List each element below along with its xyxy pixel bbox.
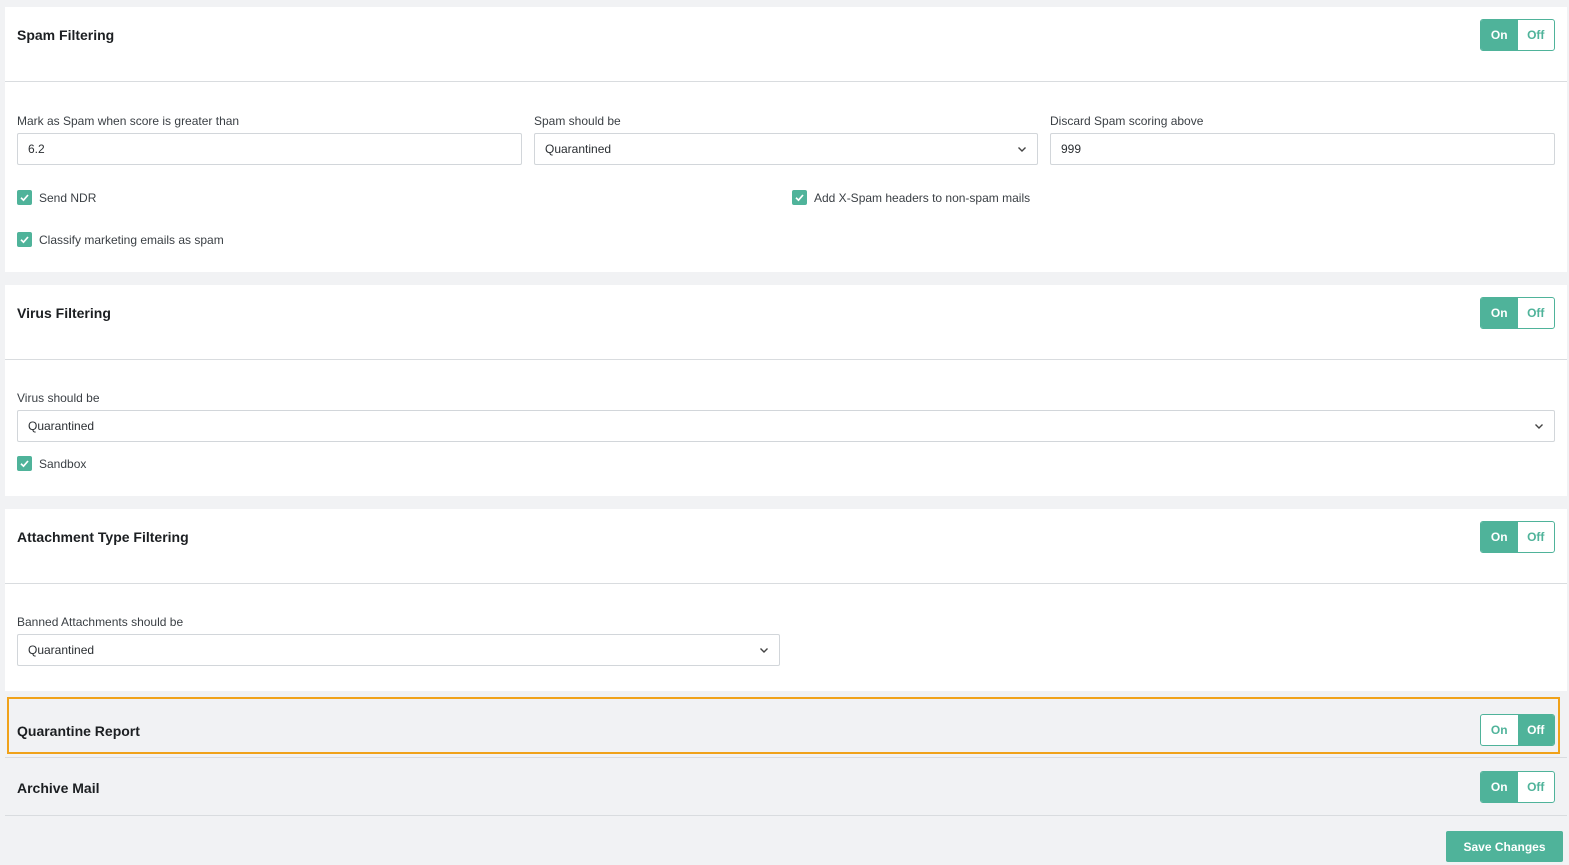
archive-mail-title: Archive Mail: [17, 780, 100, 796]
send-ndr-checkbox[interactable]: Send NDR: [17, 190, 96, 205]
chevron-down-icon: [1018, 147, 1026, 152]
attachment-filtering-card: Attachment Type Filtering On Off Banned …: [5, 509, 1567, 691]
send-ndr-label: Send NDR: [39, 190, 97, 205]
check-icon: [17, 456, 32, 471]
check-icon: [792, 190, 807, 205]
marketing-spam-label: Classify marketing emails as spam: [39, 232, 224, 247]
discard-spam-input[interactable]: 999: [1050, 133, 1555, 165]
archive-mail-row: Archive Mail On Off: [5, 758, 1567, 816]
virus-action-label: Virus should be: [17, 391, 100, 405]
quarantine-report-title: Quarantine Report: [17, 723, 140, 739]
discard-spam-label: Discard Spam scoring above: [1050, 114, 1204, 128]
spam-toggle-on[interactable]: On: [1481, 20, 1518, 50]
attachment-filtering-header: Attachment Type Filtering On Off: [5, 509, 1567, 584]
check-icon: [17, 232, 32, 247]
marketing-spam-checkbox[interactable]: Classify marketing emails as spam: [17, 232, 224, 247]
banned-attachments-select[interactable]: Quarantined: [17, 634, 780, 666]
spam-score-label: Mark as Spam when score is greater than: [17, 114, 240, 128]
xspam-headers-checkbox[interactable]: Add X-Spam headers to non-spam mails: [792, 190, 1030, 205]
spam-filtering-title: Spam Filtering: [17, 27, 115, 43]
virus-filtering-title: Virus Filtering: [17, 305, 111, 321]
attachment-filtering-title: Attachment Type Filtering: [17, 529, 189, 545]
virus-toggle-off[interactable]: Off: [1518, 298, 1555, 328]
banned-attachments-value: Quarantined: [28, 643, 95, 657]
spam-action-select[interactable]: Quarantined: [534, 133, 1038, 165]
virus-action-value: Quarantined: [28, 419, 95, 433]
virus-filtering-card: Virus Filtering On Off Virus should be Q…: [5, 285, 1567, 496]
attachment-filtering-toggle[interactable]: On Off: [1480, 521, 1555, 553]
spam-action-value: Quarantined: [545, 142, 612, 156]
spam-toggle-off[interactable]: Off: [1518, 20, 1555, 50]
spam-score-input[interactable]: 6.2: [17, 133, 522, 165]
attachment-toggle-on[interactable]: On: [1481, 522, 1518, 552]
banned-attachments-label: Banned Attachments should be: [17, 615, 184, 629]
archive-toggle-on[interactable]: On: [1481, 772, 1518, 802]
spam-filtering-toggle[interactable]: On Off: [1480, 19, 1555, 51]
save-changes-button[interactable]: Save Changes: [1446, 831, 1563, 862]
chevron-down-icon: [760, 648, 768, 653]
sandbox-label: Sandbox: [39, 456, 87, 471]
spam-filtering-card: Spam Filtering On Off Mark as Spam when …: [5, 7, 1567, 272]
archive-mail-toggle[interactable]: On Off: [1480, 771, 1555, 803]
xspam-headers-label: Add X-Spam headers to non-spam mails: [814, 190, 1031, 205]
quarantine-toggle-off[interactable]: Off: [1517, 715, 1554, 745]
spam-filtering-header: Spam Filtering On Off: [5, 7, 1567, 82]
attachment-toggle-off[interactable]: Off: [1518, 522, 1555, 552]
virus-filtering-toggle[interactable]: On Off: [1480, 297, 1555, 329]
virus-filtering-header: Virus Filtering On Off: [5, 285, 1567, 360]
sandbox-checkbox[interactable]: Sandbox: [17, 456, 86, 471]
check-icon: [17, 190, 32, 205]
chevron-down-icon: [1535, 424, 1543, 429]
archive-toggle-off[interactable]: Off: [1518, 772, 1555, 802]
spam-action-label: Spam should be: [534, 114, 621, 128]
quarantine-toggle-on[interactable]: On: [1481, 715, 1518, 745]
quarantine-report-toggle[interactable]: On Off: [1480, 714, 1555, 746]
virus-toggle-on[interactable]: On: [1481, 298, 1518, 328]
virus-action-select[interactable]: Quarantined: [17, 410, 1555, 442]
quarantine-report-row: Quarantine Report On Off: [5, 699, 1567, 758]
